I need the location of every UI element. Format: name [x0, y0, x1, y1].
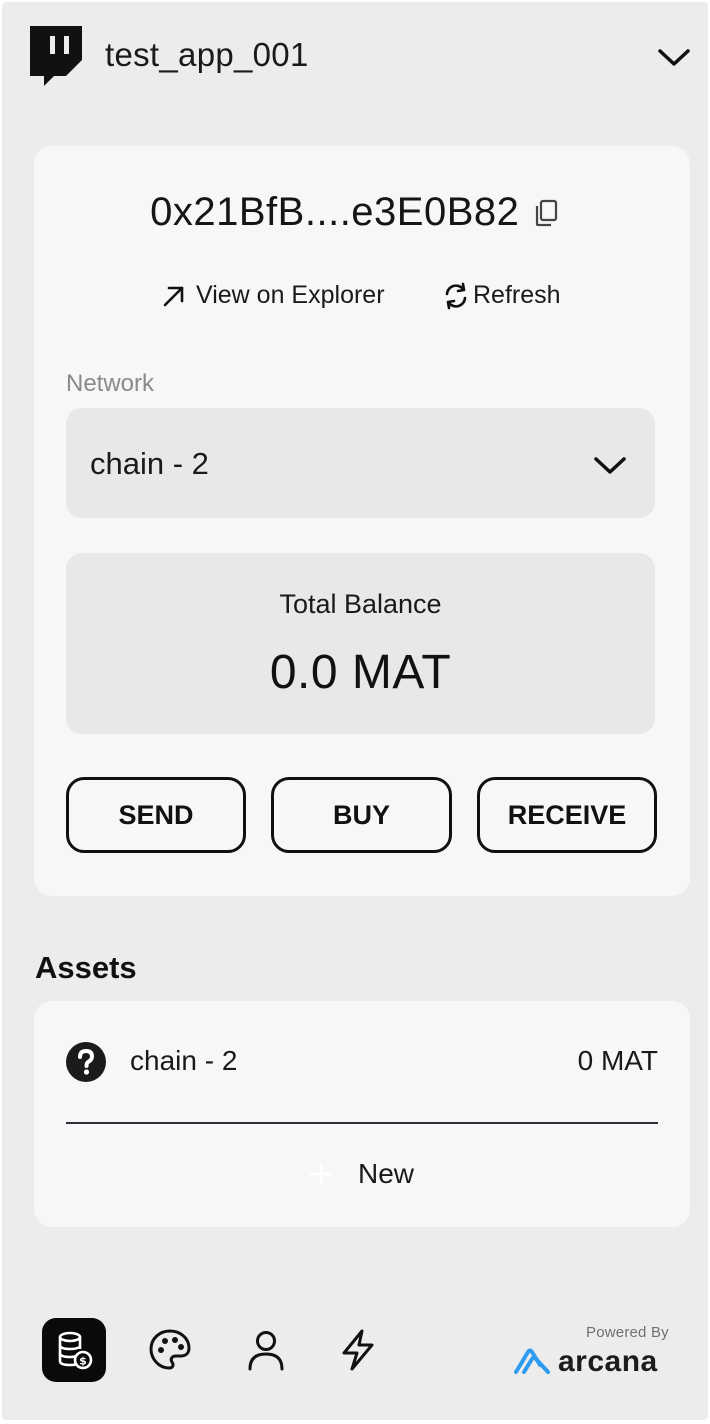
- chevron-down-icon[interactable]: [654, 40, 694, 74]
- network-label: Network: [66, 370, 155, 397]
- profile-icon: [248, 1331, 284, 1371]
- arrow-up-right-icon: [163, 286, 184, 306]
- asset-amount: 0 MAT: [577, 1045, 658, 1076]
- twitch-logo-icon: [30, 26, 82, 86]
- arcana-brand[interactable]: arcana: [512, 1345, 658, 1379]
- network-selected-value: chain - 2: [90, 446, 209, 481]
- total-balance-box: Total Balance 0.0 MAT: [66, 553, 655, 734]
- new-asset-button[interactable]: New: [308, 1158, 414, 1190]
- refresh-label: Refresh: [473, 281, 561, 309]
- explorer-label: View on Explorer: [196, 281, 385, 309]
- wallet-address: 0x21BfB....e3E0B82: [150, 190, 520, 234]
- total-balance-value: 0.0 MAT: [269, 646, 452, 699]
- refresh-icon: [445, 282, 467, 309]
- view-on-explorer-link[interactable]: View on Explorer: [160, 281, 385, 310]
- asset-name[interactable]: chain - 2: [130, 1045, 237, 1077]
- powered-by-label: Powered By: [586, 1324, 669, 1341]
- unknown-token-icon: [66, 1042, 106, 1082]
- total-balance-label: Total Balance: [279, 589, 442, 619]
- address-row: 0x21BfB....e3E0B82: [0, 190, 710, 235]
- nav-wallet[interactable]: $: [42, 1318, 106, 1382]
- app-name: test_app_001: [105, 36, 309, 73]
- plus-icon: [309, 1162, 333, 1186]
- activity-icon: [342, 1329, 374, 1371]
- header: test_app_001: [0, 0, 710, 120]
- nav-theme[interactable]: [138, 1318, 202, 1382]
- send-button[interactable]: SEND: [66, 777, 246, 853]
- new-asset-label: New: [358, 1158, 415, 1189]
- assets-card: [34, 1001, 690, 1227]
- nav-profile[interactable]: [234, 1318, 298, 1382]
- nav-activity[interactable]: [326, 1318, 390, 1382]
- copy-icon[interactable]: [532, 198, 560, 228]
- receive-button[interactable]: RECEIVE: [477, 777, 657, 853]
- chevron-down-icon: [594, 457, 626, 474]
- wallet-icon: $: [58, 1331, 93, 1370]
- assets-title: Assets: [35, 950, 137, 985]
- buy-button[interactable]: BUY: [271, 777, 452, 853]
- palette-icon: [149, 1329, 191, 1370]
- arcana-logo-icon: [514, 1348, 550, 1374]
- svg-text:$: $: [79, 1355, 87, 1368]
- arcana-brand-name: arcana: [558, 1345, 658, 1378]
- refresh-button[interactable]: Refresh: [443, 281, 561, 310]
- network-select[interactable]: chain - 2: [66, 408, 655, 518]
- asset-divider: [66, 1122, 658, 1124]
